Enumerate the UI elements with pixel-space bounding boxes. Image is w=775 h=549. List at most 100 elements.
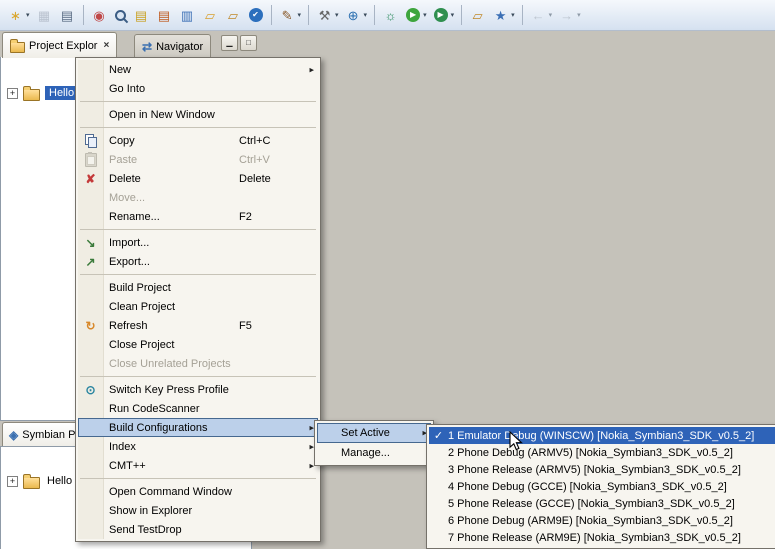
menu-item[interactable]: ↘Import... xyxy=(78,233,318,252)
menu-item[interactable]: Build Project xyxy=(78,278,318,297)
menu-item[interactable]: CopyCtrl+C xyxy=(78,131,318,150)
browser-globe-icon: ⊕ xyxy=(345,7,362,23)
menu-icon-cell: ✘ xyxy=(78,169,103,188)
paint-tool-button[interactable]: ✎▾ xyxy=(277,3,304,27)
menu-item[interactable]: Index▸ xyxy=(78,437,318,456)
wand-button[interactable]: ★▾ xyxy=(490,3,517,27)
open-folder-button[interactable]: ▱ xyxy=(223,3,244,27)
import-wizard-button[interactable]: ▱ xyxy=(200,3,221,27)
config-menu-item[interactable]: 2 Phone Debug (ARMV5) [Nokia_Symbian3_SD… xyxy=(429,444,775,461)
menu-icon-cell xyxy=(78,399,103,418)
new-wizard-button[interactable]: ∗▾ xyxy=(5,3,32,27)
menu-icon-cell xyxy=(78,105,103,124)
build-hammer-button[interactable]: ⚒▾ xyxy=(314,3,341,27)
menu-item[interactable]: Move... xyxy=(78,188,318,207)
run-external-button[interactable]: ▶▾ xyxy=(431,3,457,27)
run-icon: ▶ xyxy=(406,8,420,22)
debug-config-icon: ☼ xyxy=(382,7,399,23)
toolbar-separator xyxy=(271,5,272,25)
save-icon: ▦ xyxy=(36,7,53,23)
menu-item[interactable]: Open Command Window xyxy=(78,482,318,501)
tasks-button[interactable]: ▥ xyxy=(177,3,198,27)
tree-item-label: Hello xyxy=(45,474,74,488)
menu-icon-cell xyxy=(78,150,103,169)
application-window: ∗▾▦▤◉▤▤▥▱▱✔✎▾⚒▾⊕▾☼▶▾▶▾▱★▾←▾→▾ Project Ex… xyxy=(0,0,775,549)
config-menu-item[interactable]: 3 Phone Release (ARMV5) [Nokia_Symbian3_… xyxy=(429,461,775,478)
paste-icon xyxy=(85,153,97,167)
keypress-icon: ⊙ xyxy=(85,384,95,396)
menu-icon-cell xyxy=(78,437,103,456)
open-resource-button[interactable]: ▤ xyxy=(131,3,152,27)
menu-item[interactable]: Close Unrelated Projects xyxy=(78,354,318,373)
dropdown-arrow-icon: ▾ xyxy=(298,11,302,19)
menu-shortcut: F5 xyxy=(239,320,305,332)
open-project-folder-button[interactable]: ▱ xyxy=(467,3,488,27)
config-item-label: 2 Phone Debug (ARMV5) [Nokia_Symbian3_SD… xyxy=(448,447,733,459)
tree-item-hello[interactable]: + Hello xyxy=(7,85,78,101)
finish-check-button[interactable]: ✔ xyxy=(246,3,266,27)
browser-globe-button[interactable]: ⊕▾ xyxy=(343,3,370,27)
menu-item[interactable]: ✘DeleteDelete xyxy=(78,169,318,188)
problems-button[interactable]: ▤ xyxy=(154,3,175,27)
config-menu-item[interactable]: 4 Phone Debug (GCCE) [Nokia_Symbian3_SDK… xyxy=(429,478,775,495)
menu-shortcut: F2 xyxy=(239,211,305,223)
menu-item-label: Switch Key Press Profile xyxy=(109,384,229,396)
print-button[interactable]: ▤ xyxy=(57,3,78,27)
menu-item[interactable]: New▸ xyxy=(78,60,318,79)
save-button[interactable]: ▦ xyxy=(34,3,55,27)
menu-item-label: New xyxy=(109,64,131,76)
menu-icon-cell xyxy=(78,60,103,79)
search-button[interactable] xyxy=(112,3,129,27)
menu-item-label: Clean Project xyxy=(109,301,175,313)
menu-item[interactable]: Show in Explorer xyxy=(78,501,318,520)
menu-item[interactable]: Open in New Window xyxy=(78,105,318,124)
tab-navigator[interactable]: ⇄ Navigator xyxy=(134,34,211,58)
submenu-item[interactable]: Manage... xyxy=(317,443,431,463)
back-button[interactable]: ←▾ xyxy=(528,3,555,27)
menu-icon-cell xyxy=(78,482,103,501)
menu-item[interactable]: Send TestDrop xyxy=(78,520,318,539)
debug-dialog-button[interactable]: ◉ xyxy=(89,3,110,27)
project-explorer-icon xyxy=(10,42,25,53)
run-button[interactable]: ▶▾ xyxy=(403,3,429,27)
config-menu-item[interactable]: 5 Phone Release (GCCE) [Nokia_Symbian3_S… xyxy=(429,495,775,512)
expander-plus-icon[interactable]: + xyxy=(7,88,18,99)
close-icon[interactable]: × xyxy=(103,40,109,51)
debug-config-button[interactable]: ☼ xyxy=(380,3,401,27)
config-item-label: 7 Phone Release (ARM9E) [Nokia_Symbian3_… xyxy=(448,532,741,544)
tab-navigator-label: Navigator xyxy=(156,41,203,53)
config-menu-item[interactable]: 7 Phone Release (ARM9E) [Nokia_Symbian3_… xyxy=(429,529,775,546)
menu-item[interactable]: ↻RefreshF5 xyxy=(78,316,318,335)
menu-item[interactable]: Clean Project xyxy=(78,297,318,316)
expander-plus-icon[interactable]: + xyxy=(7,476,18,487)
menu-icon-cell xyxy=(78,207,103,226)
menu-item[interactable]: Build Configurations▸ xyxy=(78,418,318,437)
debug-dialog-icon: ◉ xyxy=(91,7,108,23)
menu-item[interactable]: Go Into xyxy=(78,79,318,98)
menu-item[interactable]: CMT++▸ xyxy=(78,456,318,475)
minimize-button[interactable]: ▁ xyxy=(221,35,238,51)
submenu-item[interactable]: Set Active▸ xyxy=(317,423,431,443)
menu-item-label: Go Into xyxy=(109,83,145,95)
menu-item[interactable]: ↗Export... xyxy=(78,252,318,271)
new-wizard-icon: ∗ xyxy=(7,7,24,23)
config-menu-item[interactable]: 6 Phone Debug (ARM9E) [Nokia_Symbian3_SD… xyxy=(429,512,775,529)
forward-button[interactable]: →▾ xyxy=(556,3,583,27)
config-item-label: 4 Phone Debug (GCCE) [Nokia_Symbian3_SDK… xyxy=(448,481,727,493)
tree-item-hello-symbian[interactable]: + Hello xyxy=(7,473,74,489)
toolbar-separator xyxy=(83,5,84,25)
search-icon xyxy=(114,9,127,22)
menu-separator xyxy=(80,478,316,479)
menu-item[interactable]: Rename...F2 xyxy=(78,207,318,226)
menu-item[interactable]: Close Project xyxy=(78,335,318,354)
menu-item[interactable]: PasteCtrl+V xyxy=(78,150,318,169)
menu-separator xyxy=(80,229,316,230)
tab-project-explorer[interactable]: Project Explor × xyxy=(2,32,117,58)
maximize-button[interactable]: □ xyxy=(240,35,257,51)
menu-item[interactable]: ⊙ Switch Key Press Profile xyxy=(78,380,318,399)
config-menu-item[interactable]: ✓1 Emulator Debug (WINSCW) [Nokia_Symbia… xyxy=(429,427,775,444)
menu-item-label: Open Command Window xyxy=(109,486,232,498)
submenu-item-label: Manage... xyxy=(341,447,390,459)
menu-item[interactable]: Run CodeScanner xyxy=(78,399,318,418)
run-external-icon: ▶ xyxy=(434,8,448,22)
